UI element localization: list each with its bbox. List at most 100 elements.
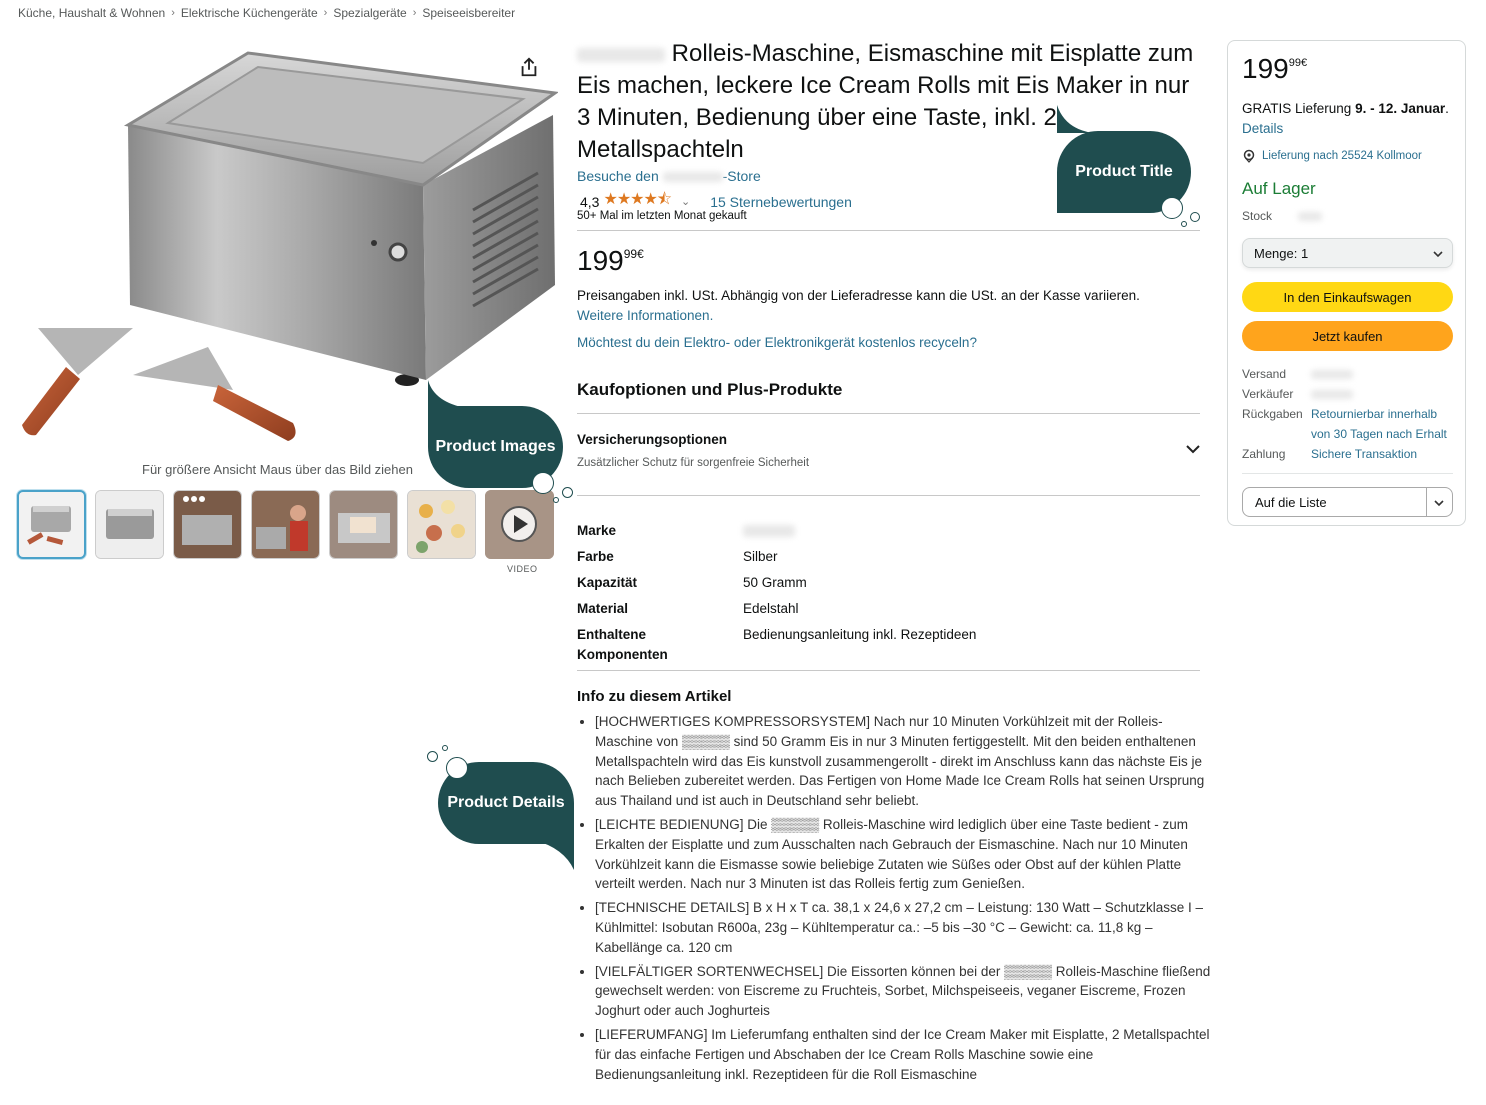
thumbnail-1[interactable] <box>17 490 86 559</box>
recycle-link[interactable]: Möchtest du dein Elektro- oder Elektroni… <box>577 335 977 350</box>
feature-bullet: [VIELFÄLTIGER SORTENWECHSEL] Die Eissort… <box>595 962 1220 1021</box>
spec-key: Material <box>577 601 629 616</box>
product-specs: Marke Farbe Silber Kapazität 50 Gramm Ma… <box>577 521 1143 671</box>
spec-row: Farbe Silber <box>577 547 1143 567</box>
spec-row: Material Edelstahl <box>577 599 1143 619</box>
divider <box>577 413 1200 414</box>
buy-now-button[interactable]: Jetzt kaufen <box>1242 321 1453 351</box>
seller-redacted <box>1311 390 1353 400</box>
bubble-decoration <box>562 487 573 498</box>
spec-value: 50 Gramm <box>743 575 807 590</box>
callout-tail <box>428 380 466 408</box>
divider <box>577 495 1200 496</box>
bubble-decoration <box>427 751 438 762</box>
returns-link[interactable]: Retournierbar innerhalb von 30 Tagen nac… <box>1311 404 1453 444</box>
divider <box>1426 488 1427 516</box>
bubble-decoration <box>532 472 554 494</box>
spec-row: Enthaltene Komponenten Bedienungsanleitu… <box>577 625 1143 665</box>
price-whole: 199 <box>577 245 624 276</box>
buybox-price: 19999€ <box>1242 53 1307 85</box>
price-whole: 199 <box>1242 53 1289 84</box>
ratings-count-link[interactable]: 15 Sternebewertungen <box>710 194 852 210</box>
divider <box>577 230 1200 231</box>
delivery-location[interactable]: Lieferung nach 25524 Kollmoor <box>1242 149 1422 163</box>
thumbnail-2[interactable] <box>95 490 164 559</box>
feature-bullet: [LEICHTE BEDIENUNG] Die ▒▒▒▒▒ Rolleis-Ma… <box>595 815 1220 894</box>
video-label: VIDEO <box>507 564 538 574</box>
stock-status: Auf Lager <box>1242 179 1316 198</box>
thumbnail-4[interactable] <box>251 490 320 559</box>
divider <box>1242 473 1453 474</box>
feature-bullet: [TECHNISCHE DETAILS] B x H x T ca. 38,1 … <box>595 898 1220 957</box>
spec-key: Enthaltene Komponenten <box>577 627 668 662</box>
stock-label: Stock <box>1242 209 1273 223</box>
thumbnail-3[interactable] <box>173 490 242 559</box>
spec-value <box>743 521 1143 541</box>
meta-row: Rückgaben Retournierbar innerhalb von 30… <box>1242 404 1453 444</box>
bubble-decoration <box>446 757 468 779</box>
price-fraction: 99 <box>623 246 638 261</box>
add-to-list-label: Auf die Liste <box>1255 494 1327 510</box>
location-text[interactable]: Lieferung nach 25524 Kollmoor <box>1262 150 1422 162</box>
spec-row: Kapazität 50 Gramm <box>577 573 1143 593</box>
chevron-down-icon[interactable] <box>1184 440 1202 458</box>
payment-link[interactable]: Sichere Transaktion <box>1311 444 1417 464</box>
breadcrumb-item[interactable]: Speiseeisbereiter <box>422 6 515 20</box>
shipping-label: Versand <box>1242 367 1287 381</box>
thumbnail-strip <box>17 490 554 559</box>
callout-tail <box>1057 105 1093 133</box>
meta-row: Zahlung Sichere Transaktion <box>1242 444 1453 464</box>
quantity-value: 1 <box>1301 245 1309 261</box>
chevron-right-icon: › <box>171 7 175 19</box>
delivery-details-link[interactable]: Details <box>1242 121 1283 136</box>
add-to-cart-button[interactable]: In den Einkaufswagen <box>1242 282 1453 312</box>
tax-note: Preisangaben inkl. USt. Abhängig von der… <box>577 288 1140 303</box>
add-to-list-button[interactable]: Auf die Liste <box>1242 487 1453 517</box>
chevron-down-icon[interactable]: ⌄ <box>681 195 690 208</box>
thumbnail-5[interactable] <box>329 490 398 559</box>
brand-redacted <box>743 525 795 538</box>
price-currency: € <box>1300 56 1308 69</box>
divider <box>577 670 1200 671</box>
chevron-down-icon <box>1433 251 1443 258</box>
spec-value: Bedienungsanleitung inkl. Rezeptideen <box>743 627 977 642</box>
spec-key: Marke <box>577 523 617 538</box>
quantity-select[interactable]: Menge: 1 <box>1242 238 1453 268</box>
chevron-down-icon[interactable] <box>1433 497 1445 509</box>
store-link-suffix[interactable]: -Store <box>723 168 761 184</box>
spec-value: Silber <box>743 549 778 564</box>
bubble-decoration <box>1190 212 1200 222</box>
chevron-right-icon: › <box>323 7 328 19</box>
chevron-right-icon: › <box>412 7 417 19</box>
more-info-link[interactable]: Weitere Informationen. <box>577 308 713 323</box>
store-link[interactable]: Besuche den -Store <box>577 168 761 184</box>
quantity-label: Menge: <box>1254 245 1298 261</box>
spec-key: Kapazität <box>577 575 638 590</box>
main-product-image[interactable] <box>18 45 558 450</box>
returns-label: Rückgaben <box>1242 407 1303 421</box>
seller-meta: Versand Verkäufer Rückgaben Retournierba… <box>1242 364 1453 464</box>
callout-tail <box>534 840 574 870</box>
meta-row: Versand <box>1242 364 1453 384</box>
breadcrumb-item[interactable]: Küche, Haushalt & Wohnen <box>18 6 165 20</box>
thumbnail-6[interactable] <box>407 490 476 559</box>
insurance-options-title[interactable]: Versicherungsoptionen <box>577 432 727 447</box>
rating-value: 4,3 <box>580 193 600 210</box>
stock-row: Stock <box>1242 209 1323 223</box>
stock-value-redacted <box>1298 211 1323 221</box>
delivery-prefix: GRATIS Lieferung <box>1242 101 1352 116</box>
seller-label: Verkäufer <box>1242 387 1294 401</box>
payment-label: Zahlung <box>1242 447 1286 461</box>
store-link-prefix[interactable]: Besuche den <box>577 168 659 184</box>
spec-value: Edelstahl <box>743 601 799 616</box>
spec-row: Marke <box>577 521 1143 541</box>
product-price: 19999€ <box>577 245 644 277</box>
share-icon[interactable] <box>518 56 540 78</box>
price-currency: € <box>637 246 644 261</box>
feature-bullets: [HOCHWERTIGES KOMPRESSORSYSTEM] Nach nur… <box>577 712 1220 1088</box>
buy-box: 19999€ GRATIS Lieferung 9. - 12. Januar.… <box>1227 40 1466 526</box>
breadcrumb: Küche, Haushalt & Wohnen › Elektrische K… <box>18 6 515 20</box>
breadcrumb-item[interactable]: Elektrische Küchengeräte <box>181 6 318 20</box>
breadcrumb-item[interactable]: Spezialgeräte <box>333 6 406 20</box>
video-thumbnail[interactable] <box>485 490 554 559</box>
